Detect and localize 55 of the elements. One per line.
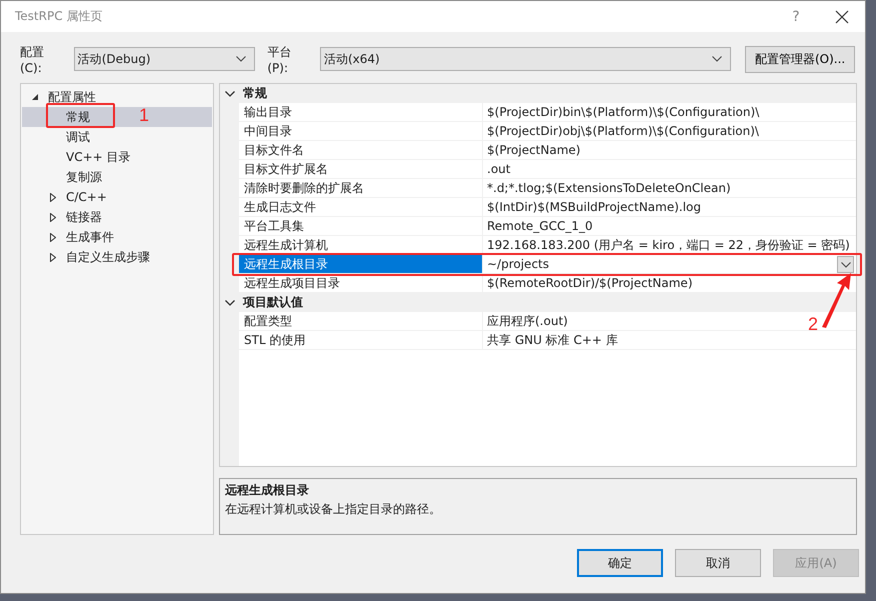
chevron-down-icon <box>712 56 722 62</box>
collapsed-triangle-icon <box>50 252 56 262</box>
tree-item[interactable]: 自定义生成步骤 <box>22 247 212 267</box>
dialog-button[interactable]: 取消 <box>675 549 761 577</box>
chevron-down-icon <box>840 262 850 268</box>
tree-item[interactable]: VC++ 目录 <box>22 147 212 167</box>
dropdown-button[interactable] <box>837 256 854 273</box>
property-name[interactable]: 远程生成根目录 <box>239 255 483 274</box>
property-value[interactable]: 共享 GNU 标准 C++ 库 <box>483 331 856 350</box>
tree-item[interactable]: 调试 <box>22 127 212 147</box>
chevron-down-icon[interactable] <box>224 90 234 96</box>
tree-item[interactable]: 配置属性 <box>22 87 212 107</box>
annotation-number: 2 <box>808 315 818 333</box>
config-manager-button[interactable]: 配置管理器(O)... <box>745 46 855 72</box>
close-icon <box>835 10 849 24</box>
chevron-down-icon <box>236 56 246 62</box>
property-value[interactable]: $(IntDir)$(MSBuildProjectName).log <box>483 198 856 217</box>
help-button[interactable]: ? <box>773 1 819 32</box>
property-value[interactable]: $(ProjectDir)bin\$(Platform)\$(Configuration)\ <box>483 103 856 122</box>
property-value[interactable]: 192.168.183.200 (用户名 = kiro，端口 = 22，身份验证 = 密码) <box>483 236 856 255</box>
annotation-number: 1 <box>139 106 150 124</box>
tree-item[interactable]: 链接器 <box>22 207 212 227</box>
property-value[interactable]: $(ProjectDir)obj\$(Platform)\$(Configuration)\ <box>483 122 856 141</box>
tree-item[interactable]: 复制源 <box>22 167 212 187</box>
property-name[interactable]: 中间目录 <box>239 122 483 141</box>
property-value[interactable]: *.d;*.tlog;$(ExtensionsToDeleteOnClean) <box>483 179 856 198</box>
config-label: 配置(C): <box>20 44 45 74</box>
property-value[interactable]: Remote_GCC_1_0 <box>483 217 856 236</box>
platform-dropdown[interactable]: 活动(x64) <box>320 47 732 71</box>
description-title: 远程生成根目录 <box>225 482 310 500</box>
property-name[interactable]: 输出目录 <box>239 103 483 122</box>
collapsed-triangle-icon <box>50 232 56 242</box>
property-name[interactable]: 平台工具集 <box>239 217 483 236</box>
collapsed-triangle-icon <box>50 192 56 202</box>
config-dropdown[interactable]: 活动(Debug) <box>74 47 256 71</box>
tree-item[interactable]: 生成事件 <box>22 227 212 247</box>
category-header: 项目默认值 <box>242 294 303 311</box>
category-header: 常规 <box>242 85 267 102</box>
expanded-triangle-icon[interactable] <box>32 94 39 100</box>
annotation-box <box>46 102 115 128</box>
collapsed-triangle-icon <box>50 212 56 222</box>
property-name[interactable]: STL 的使用 <box>239 331 483 350</box>
tree-item[interactable]: C/C++ <box>22 187 212 207</box>
property-name[interactable]: 目标文件名 <box>239 141 483 160</box>
property-value[interactable]: $(ProjectName) <box>483 141 856 160</box>
property-name[interactable]: 生成日志文件 <box>239 198 483 217</box>
property-name[interactable]: 清除时要删除的扩展名 <box>239 179 483 198</box>
property-value[interactable]: .out <box>483 160 856 179</box>
chevron-down-icon[interactable] <box>224 300 234 306</box>
description-text: 在远程计算机或设备上指定目录的路径。 <box>225 501 442 518</box>
dialog-button[interactable]: 确定 <box>577 549 663 577</box>
platform-label: 平台(P): <box>267 44 292 74</box>
property-name[interactable]: 目标文件扩展名 <box>239 160 483 179</box>
property-name[interactable]: 配置类型 <box>239 312 483 331</box>
window-title: TestRPC 属性页 <box>15 8 104 25</box>
